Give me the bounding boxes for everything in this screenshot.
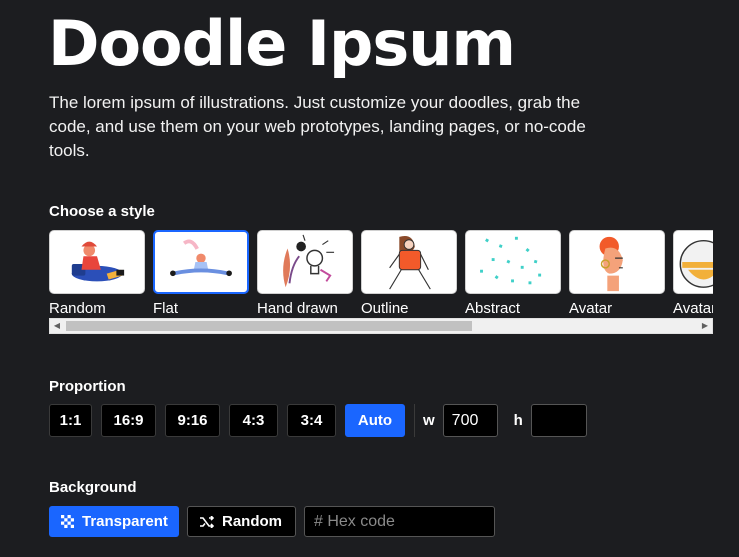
style-card-label: Avatar xyxy=(673,300,713,317)
transparent-button[interactable]: Transparent xyxy=(49,506,179,537)
background-section-label: Background xyxy=(49,479,137,496)
scroll-left-icon[interactable]: ◀ xyxy=(50,319,64,333)
style-card-label: Hand drawn xyxy=(257,300,338,317)
style-card-hand-drawn[interactable]: Hand drawn xyxy=(257,230,353,318)
random-illustration-icon xyxy=(49,230,145,294)
style-card-random[interactable]: Random xyxy=(49,230,145,318)
background-controls: Transparent Random xyxy=(49,506,495,537)
hex-code-input[interactable] xyxy=(304,506,495,537)
proportion-section-label: Proportion xyxy=(49,378,126,395)
abstract-illustration-icon xyxy=(465,230,561,294)
style-card-label: Outline xyxy=(361,300,409,317)
width-input[interactable] xyxy=(442,404,498,437)
height-label: h xyxy=(513,412,523,429)
outline-illustration-icon xyxy=(361,230,457,294)
random-background-button[interactable]: Random xyxy=(187,506,296,537)
avatar-illustration-icon xyxy=(569,230,665,294)
style-card-outline[interactable]: Outline xyxy=(361,230,457,318)
proportion-controls: 1:1 16:9 9:16 4:3 3:4 Auto w h xyxy=(49,404,587,437)
height-input[interactable] xyxy=(530,404,587,437)
scrollbar-thumb[interactable] xyxy=(66,321,472,331)
hand-drawn-illustration-icon xyxy=(257,230,353,294)
proportion-auto-button[interactable]: Auto xyxy=(345,404,405,437)
flat-illustration-icon xyxy=(153,230,249,294)
page-description: The lorem ipsum of illustrations. Just c… xyxy=(49,93,586,160)
proportion-16-9-button[interactable]: 16:9 xyxy=(101,404,156,437)
style-section-label: Choose a style xyxy=(49,203,155,220)
page-title: Doodle Ipsum xyxy=(48,7,516,80)
shuffle-icon xyxy=(200,515,214,528)
proportion-1-1-button[interactable]: 1:1 xyxy=(49,404,92,437)
style-card-flat[interactable]: Flat xyxy=(153,230,249,318)
random-button-label: Random xyxy=(222,513,282,530)
style-card-avatar[interactable]: Avatar xyxy=(569,230,665,318)
proportion-4-3-button[interactable]: 4:3 xyxy=(229,404,278,437)
style-card-label: Flat xyxy=(153,300,179,317)
style-card-label: Abstract xyxy=(465,300,521,317)
avatar-illustration-icon xyxy=(673,230,713,294)
width-label: w xyxy=(423,412,435,429)
style-card-avatar-2[interactable]: Avatar xyxy=(673,230,713,318)
style-cards: Random Flat Hand drawn Outline Abstract … xyxy=(49,230,713,318)
proportion-9-16-button[interactable]: 9:16 xyxy=(165,404,220,437)
divider xyxy=(414,404,415,437)
style-carousel: Random Flat Hand drawn Outline Abstract … xyxy=(49,230,713,334)
transparent-button-label: Transparent xyxy=(82,513,168,530)
proportion-3-4-button[interactable]: 3:4 xyxy=(287,404,336,437)
checkerboard-icon xyxy=(61,515,74,528)
style-card-label: Avatar xyxy=(569,300,613,317)
style-carousel-scrollbar[interactable]: ◀ ▶ xyxy=(49,318,713,334)
style-card-label: Random xyxy=(49,300,106,317)
scroll-right-icon[interactable]: ▶ xyxy=(698,319,712,333)
style-card-abstract[interactable]: Abstract xyxy=(465,230,561,318)
